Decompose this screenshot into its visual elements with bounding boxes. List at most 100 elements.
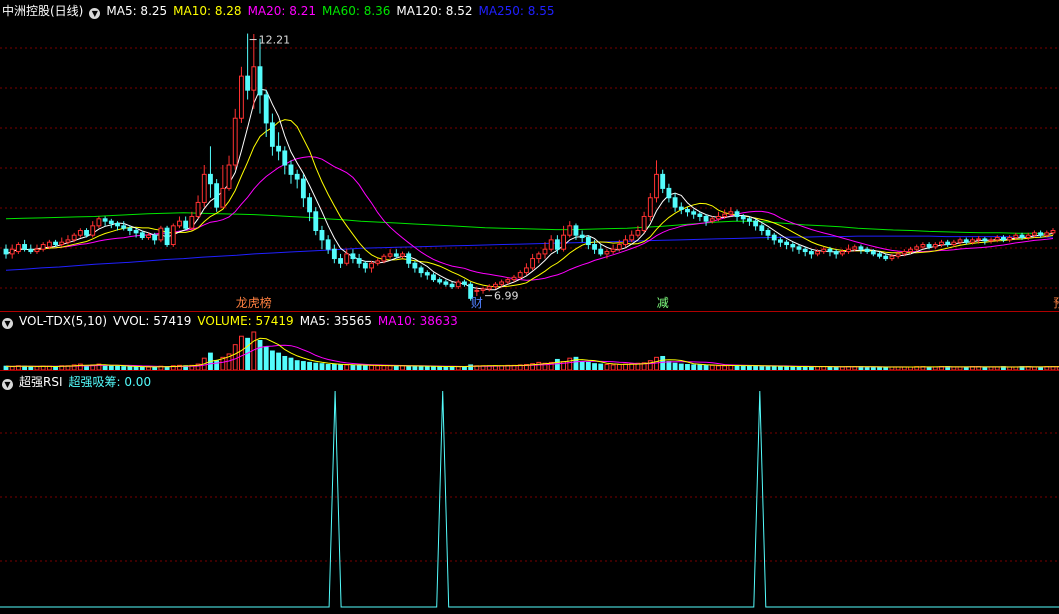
candle-body <box>685 208 690 213</box>
volume-bar <box>697 364 703 370</box>
candle-body <box>28 248 34 253</box>
candle-body <box>294 173 300 180</box>
candle-body <box>158 227 164 241</box>
volume-bar <box>400 365 405 370</box>
rsi-panel[interactable]: ▼ 超强RSI 超强吸筹: 0.00 <box>0 371 1059 614</box>
candle-body <box>53 241 58 246</box>
volume-bar <box>994 366 1000 370</box>
volume-bar <box>84 365 89 370</box>
candle-body <box>994 237 1000 241</box>
volume-bar <box>722 365 728 370</box>
ma20-line <box>5 156 1054 281</box>
candle-body <box>740 215 746 220</box>
volume-bar <box>34 366 40 370</box>
ma60-label: MA60: 8.36 <box>322 4 391 18</box>
dropdown-icon[interactable]: ▼ <box>89 8 101 19</box>
candle-body <box>926 244 932 248</box>
candle-body <box>387 253 393 257</box>
candle-body <box>623 239 628 246</box>
volume-bar <box>424 365 430 370</box>
candle-body <box>96 218 102 227</box>
event-marker: 财 <box>471 296 483 310</box>
candle-body <box>771 234 777 241</box>
candle-body <box>734 211 740 217</box>
volume-bar <box>269 350 275 370</box>
candle-body <box>480 288 486 291</box>
price-panel[interactable]: 12.21 6.99 龙虎榜 财 减 预 中洲控股(日线) ▼ MA5: 8.25 MA10: … <box>0 0 1059 312</box>
candle-body <box>443 281 449 285</box>
candle-body <box>747 218 752 222</box>
candle-body <box>579 234 585 239</box>
volume-bar <box>1031 366 1037 370</box>
candle-body <box>821 248 827 253</box>
volume-bar <box>115 365 120 370</box>
volume-bar <box>765 365 771 370</box>
volume-panel[interactable]: ▼ VOL-TDX(5,10) VVOL: 57419 VOLUME: 57419 MA… <box>0 312 1059 371</box>
event-marker: 龙虎榜 <box>236 295 272 310</box>
candle-body <box>647 197 653 217</box>
candle-body <box>208 173 213 185</box>
volume-bar <box>709 364 715 370</box>
volume-bar <box>443 366 449 370</box>
volume-bar <box>108 365 114 370</box>
candle-body <box>901 251 907 255</box>
volume-bar <box>375 365 381 370</box>
candle-body <box>369 262 374 269</box>
rsi-value-label: 超强吸筹: 0.00 <box>68 375 152 389</box>
volume-bar <box>660 355 666 370</box>
candle-body <box>319 230 325 241</box>
candle-body <box>895 253 901 257</box>
candle-body <box>338 258 343 264</box>
candle-body <box>523 267 529 274</box>
price-annotation: 6.99 <box>494 290 519 303</box>
candle-body <box>536 253 542 260</box>
candle-body <box>877 253 882 257</box>
candle-body <box>313 211 319 232</box>
candle-body <box>598 248 604 255</box>
candle-body <box>362 262 368 269</box>
event-marker: 减 <box>657 296 669 310</box>
candle-body <box>883 255 889 260</box>
volume-bar <box>356 364 362 370</box>
volume-bar <box>300 361 306 370</box>
candlestick-chart[interactable]: 12.21 6.99 龙虎榜 财 减 预 <box>0 0 1059 311</box>
volume-bar <box>598 363 604 370</box>
volume-bar <box>573 356 579 370</box>
volume-bar <box>238 335 244 370</box>
volume-bar <box>325 364 331 370</box>
candle-body <box>870 251 876 255</box>
volume-bar <box>796 366 802 370</box>
candle-body <box>269 122 275 147</box>
candle-body <box>201 173 207 203</box>
dropdown-icon[interactable]: ▼ <box>2 318 13 329</box>
candle-body <box>970 239 975 243</box>
candle-body <box>728 211 734 215</box>
ma120-label: MA120: 8.52 <box>396 4 473 18</box>
volume-bar <box>604 364 610 370</box>
candle-body <box>672 197 678 208</box>
candle-body <box>350 253 356 260</box>
candle-body <box>939 241 944 246</box>
volume-bar <box>369 364 374 370</box>
candle-body <box>493 283 498 288</box>
dropdown-icon[interactable]: ▼ <box>2 379 13 390</box>
candle-body <box>164 227 170 246</box>
volume-bar <box>319 363 325 370</box>
volume-bar <box>728 364 734 370</box>
candle-body <box>251 66 257 91</box>
vvol-label: VVOL: 57419 <box>113 314 192 328</box>
rsi-line <box>0 390 1059 608</box>
candle-body <box>554 239 560 250</box>
candle-body <box>40 244 46 250</box>
candle-body <box>585 237 591 246</box>
volume-bar <box>802 366 808 370</box>
volume-bar <box>152 366 158 370</box>
volume-bar <box>703 364 709 370</box>
volume-bar <box>393 365 399 370</box>
volume-bar <box>827 366 833 370</box>
rsi-chart[interactable] <box>0 371 1059 614</box>
candle-body <box>226 164 232 189</box>
volume-bar <box>734 364 740 370</box>
volume-bar <box>127 366 133 370</box>
candle-body <box>15 244 21 253</box>
